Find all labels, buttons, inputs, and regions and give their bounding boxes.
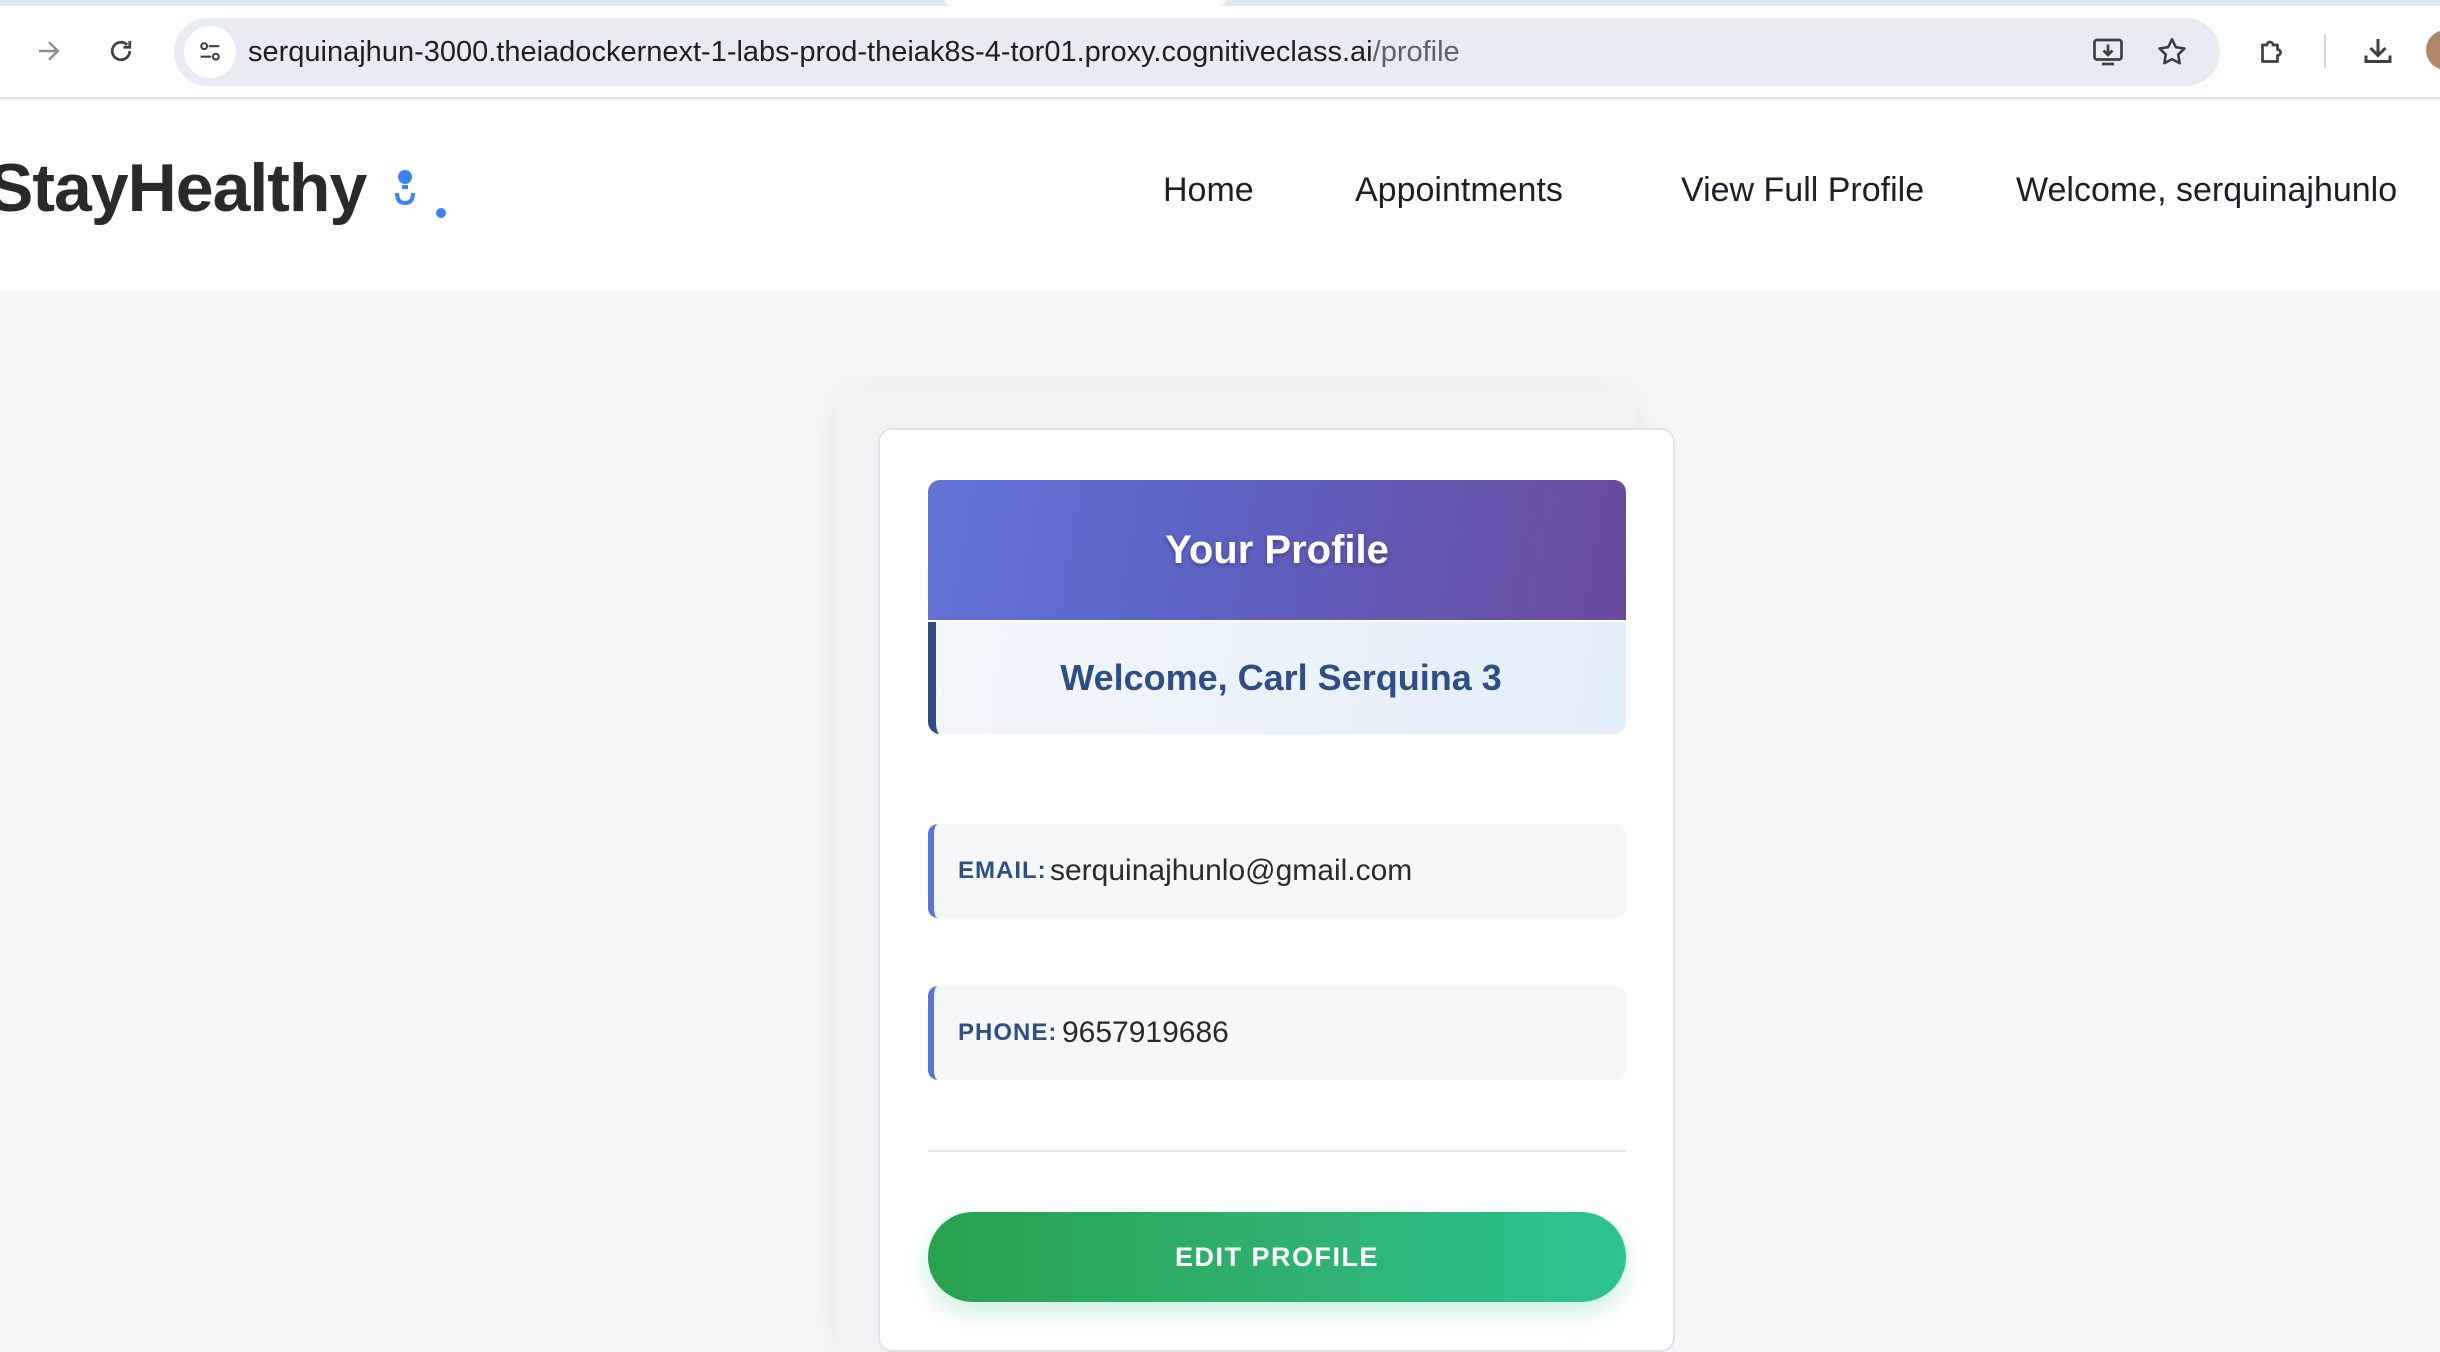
extensions-icon[interactable] [2248, 26, 2298, 76]
download-icon[interactable] [2353, 26, 2403, 76]
nav-home-link[interactable]: Home [1163, 171, 1254, 210]
nav-welcome-user[interactable]: Welcome, serquinajhunlo [2016, 171, 2397, 210]
address-bar[interactable]: serquinajhun-3000.theiadockernext-1-labs… [174, 18, 2220, 86]
phone-label: PHONE: [958, 1019, 1058, 1046]
email-field: EMAIL: serquinajhunlo@gmail.com [928, 824, 1626, 918]
active-tab-edge[interactable] [945, 0, 1225, 6]
email-label: EMAIL: [958, 857, 1047, 884]
profile-card-header: Your Profile [928, 480, 1626, 620]
browser-toolbar: serquinajhun-3000.theiadockernext-1-labs… [0, 0, 2440, 99]
bookmark-star-icon[interactable] [2152, 32, 2192, 72]
profile-title: Your Profile [1165, 528, 1389, 572]
url-text: serquinajhun-3000.theiadockernext-1-labs… [248, 18, 1460, 86]
reload-icon[interactable] [94, 24, 148, 78]
profile-card: Your Profile Welcome, Carl Serquina 3 EM… [878, 428, 1675, 1352]
email-value: serquinajhunlo@gmail.com [1050, 854, 1413, 887]
welcome-banner: Welcome, Carl Serquina 3 [928, 622, 1626, 734]
profile-avatar[interactable] [2426, 30, 2440, 70]
forward-arrow-icon[interactable] [22, 24, 76, 78]
phone-field: PHONE: 9657919686 [928, 986, 1626, 1080]
url-host: serquinajhun-3000.theiadockernext-1-labs… [248, 36, 1373, 68]
install-app-icon[interactable] [2088, 32, 2128, 72]
welcome-message: Welcome, Carl Serquina 3 [1060, 657, 1502, 698]
edit-profile-button[interactable]: EDIT PROFILE [928, 1212, 1626, 1302]
url-path: /profile [1372, 36, 1460, 68]
toolbar-separator [2324, 34, 2326, 68]
nav-appointments-link[interactable]: Appointments [1355, 171, 1563, 210]
site-settings-icon[interactable] [184, 26, 236, 78]
brand-logo-text[interactable]: StayHealthy [0, 149, 367, 227]
card-divider [928, 1150, 1626, 1152]
site-navbar: StayHealthy Home Appointments View Full … [0, 101, 2440, 291]
stethoscope-icon [385, 163, 455, 223]
nav-view-full-profile-link[interactable]: View Full Profile [1681, 171, 1924, 210]
phone-value: 9657919686 [1062, 1016, 1229, 1049]
